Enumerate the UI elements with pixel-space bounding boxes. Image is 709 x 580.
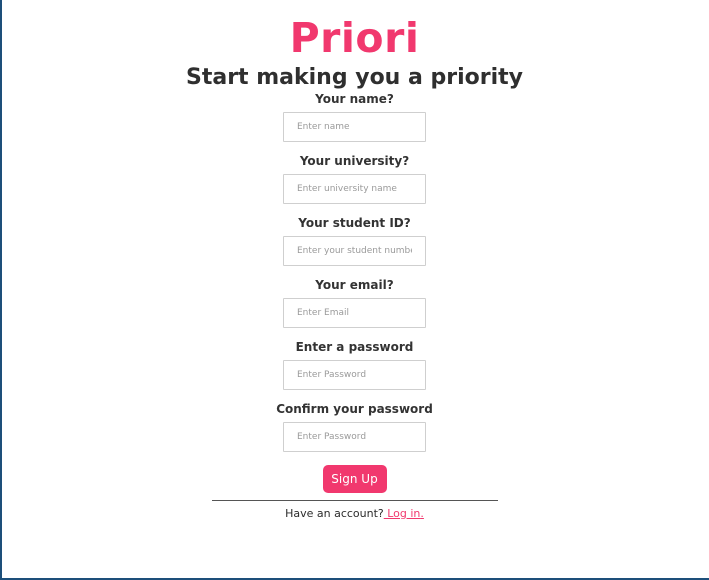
login-link[interactable]: Log in xyxy=(384,507,420,520)
student-id-label: Your student ID? xyxy=(298,216,411,230)
signup-form: Your name? Your university? Your student… xyxy=(0,92,709,493)
login-prompt-suffix: . xyxy=(420,507,424,520)
login-prompt-text: Have an account? xyxy=(285,507,384,520)
student-id-input[interactable] xyxy=(283,236,426,266)
login-prompt: Have an account? Log in. xyxy=(285,507,424,520)
password-label: Enter a password xyxy=(295,340,414,354)
confirm-password-field-group: Confirm your password xyxy=(276,402,433,452)
name-label: Your name? xyxy=(315,92,394,106)
sign-up-button[interactable]: Sign Up xyxy=(322,465,387,493)
divider xyxy=(211,500,498,501)
brand-logo: Priori xyxy=(289,14,420,62)
password-field-group: Enter a password xyxy=(283,340,426,390)
page-title: Start making you a priority xyxy=(185,65,524,90)
signup-page: Priori Start making you a priority Your … xyxy=(0,0,709,520)
university-label: Your university? xyxy=(299,154,410,168)
name-field-group: Your name? xyxy=(283,92,426,142)
email-input[interactable] xyxy=(283,298,426,328)
university-input[interactable] xyxy=(283,174,426,204)
student-id-field-group: Your student ID? xyxy=(283,216,426,266)
name-input[interactable] xyxy=(283,112,426,142)
password-input[interactable] xyxy=(283,360,426,390)
university-field-group: Your university? xyxy=(283,154,426,204)
email-label: Your email? xyxy=(315,278,394,292)
confirm-password-input[interactable] xyxy=(282,422,426,452)
confirm-password-label: Confirm your password xyxy=(276,402,433,416)
email-field-group: Your email? xyxy=(283,278,426,328)
